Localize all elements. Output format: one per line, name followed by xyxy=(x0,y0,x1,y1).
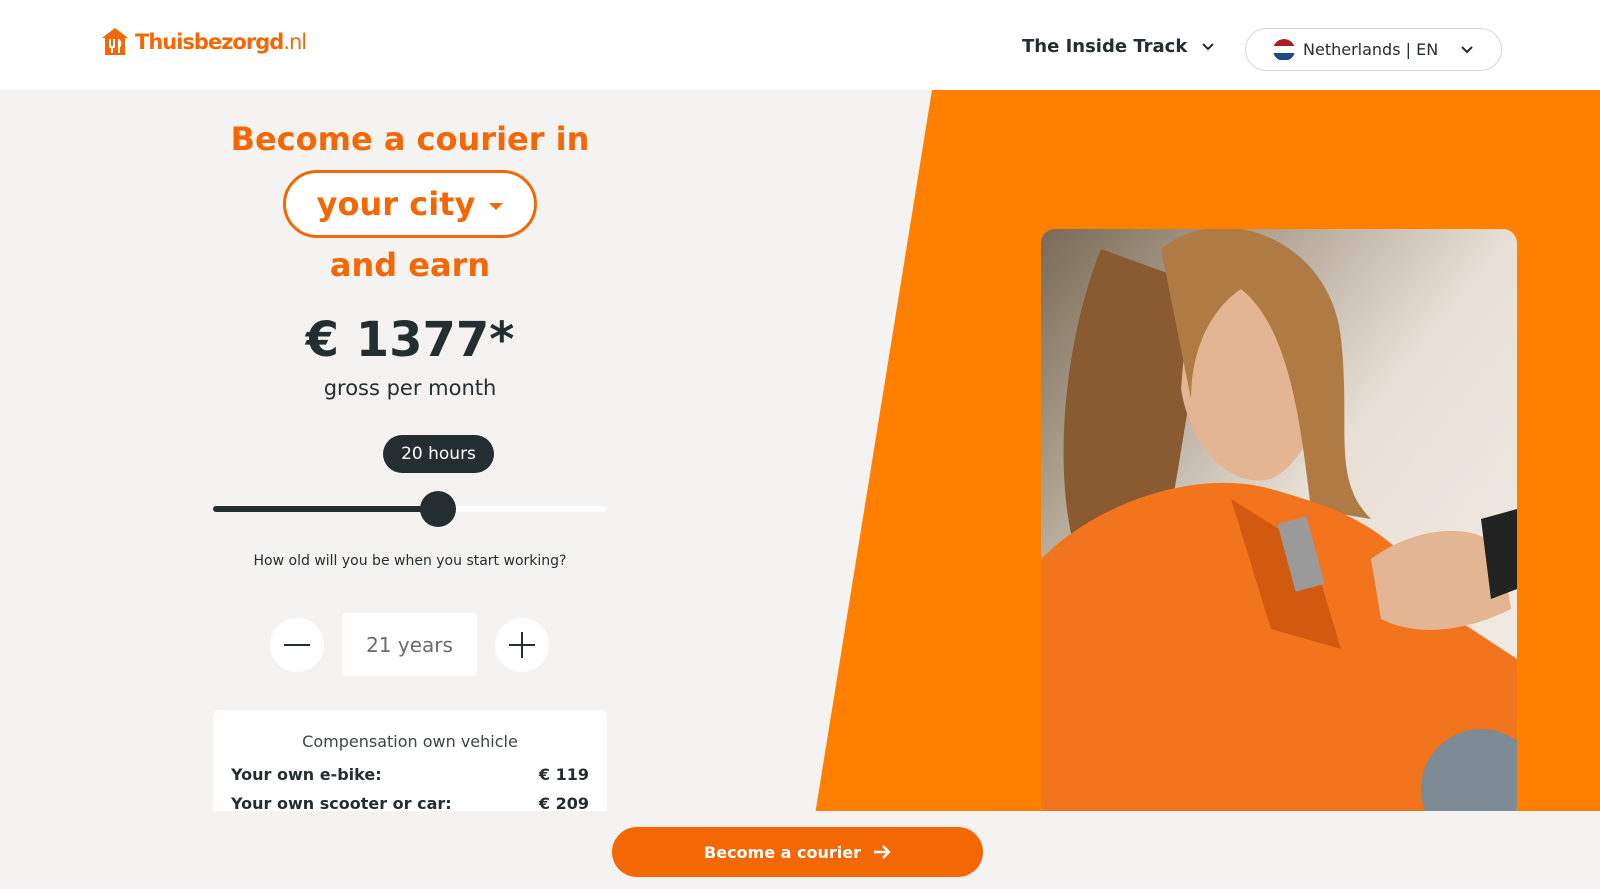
slider-thumb[interactable] xyxy=(420,491,456,527)
compensation-row: Your own e-bike: € 119 xyxy=(231,765,589,784)
city-select[interactable]: your city xyxy=(283,170,537,238)
compensation-title: Compensation own vehicle xyxy=(302,732,518,751)
logo-text: Thuisbezorgd.nl xyxy=(135,30,307,54)
compensation-value: € 119 xyxy=(538,765,589,784)
become-courier-button[interactable]: Become a courier xyxy=(612,827,983,877)
headline-line3: and earn xyxy=(329,246,491,284)
chevron-down-icon xyxy=(1202,42,1215,50)
inside-track-label: The Inside Track xyxy=(1022,36,1188,57)
slider-fill xyxy=(213,506,438,512)
inside-track-menu[interactable]: The Inside Track xyxy=(1022,36,1215,57)
language-selector[interactable]: Netherlands | EN xyxy=(1245,28,1502,71)
netherlands-flag-icon xyxy=(1273,38,1295,61)
hours-slider[interactable] xyxy=(213,491,607,527)
age-input[interactable]: 21 years xyxy=(342,613,477,676)
earnings-amount: € 1377* xyxy=(305,312,515,368)
courier-photo xyxy=(1041,229,1517,821)
chevron-down-icon xyxy=(1461,45,1473,53)
sticky-cta-bar: Become a courier xyxy=(0,811,1600,889)
compensation-label: Your own e-bike: xyxy=(231,765,382,784)
logo[interactable]: Thuisbezorgd.nl xyxy=(99,26,307,58)
earnings-calculator: Become a courier in your city and earn €… xyxy=(213,90,607,830)
city-select-label: your city xyxy=(316,185,476,223)
age-question: How old will you be when you start worki… xyxy=(253,553,567,569)
become-courier-label: Become a courier xyxy=(704,842,861,862)
arrow-right-icon xyxy=(873,845,891,859)
language-label: Netherlands | EN xyxy=(1303,40,1439,59)
hours-tooltip: 20 hours xyxy=(383,435,494,473)
house-fork-logo-icon xyxy=(102,28,128,55)
age-decrease-button[interactable] xyxy=(270,618,324,672)
caret-down-icon xyxy=(489,202,504,210)
earnings-period: gross per month xyxy=(323,376,497,400)
minus-icon xyxy=(284,644,310,646)
headline-line1: Become a courier in xyxy=(230,120,590,158)
plus-icon xyxy=(509,632,535,658)
age-increase-button[interactable] xyxy=(495,618,549,672)
site-header: Thuisbezorgd.nl The Inside Track Netherl… xyxy=(0,0,1600,90)
